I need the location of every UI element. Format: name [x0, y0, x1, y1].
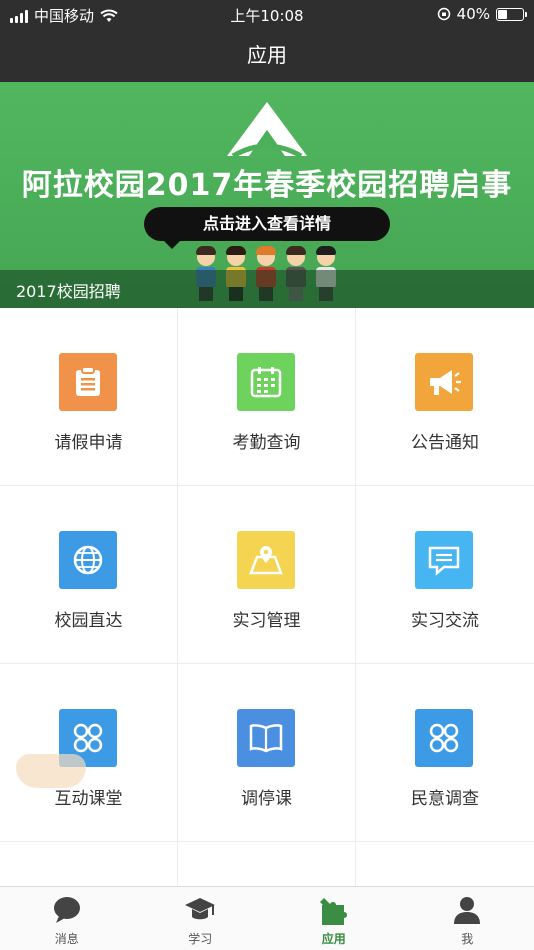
tab-apps[interactable]: 应用 — [267, 887, 401, 950]
app-attendance-query[interactable]: 考勤查询 — [178, 308, 356, 486]
chat-icon — [415, 531, 473, 589]
app-internship-exchange[interactable]: 实习交流 — [356, 486, 534, 664]
tab-study[interactable]: 学习 — [134, 887, 268, 950]
app-label: 互动课堂 — [54, 789, 123, 809]
app-class-adjustment[interactable]: 调停课 — [178, 664, 356, 842]
app-label: 校园直达 — [54, 611, 123, 631]
tab-me[interactable]: 我 — [401, 887, 534, 950]
app-label: 调停课 — [241, 789, 292, 809]
app-label: 请假申请 — [54, 433, 123, 453]
bottom-tab-bar: 消息 学习 应用 我 — [0, 886, 534, 950]
banner-cta-button[interactable]: 点击进入查看详情 — [144, 207, 390, 249]
recruitment-banner[interactable]: 阿拉校园2017年春季校园招聘启事 点击进入查看详情 2017校园招聘 — [0, 82, 534, 308]
app-public-survey[interactable]: 民意调查 — [356, 664, 534, 842]
app-internship-management[interactable]: 实习管理 — [178, 486, 356, 664]
tab-messages[interactable]: 消息 — [0, 887, 134, 950]
clipboard-icon — [59, 353, 117, 411]
status-bar: 中国移动 上午10:08 40% — [0, 0, 534, 30]
tab-label: 消息 — [54, 932, 79, 946]
floating-assistant-icon[interactable] — [16, 754, 86, 788]
banner-caption: 2017校园招聘 — [16, 282, 121, 301]
map-icon — [237, 531, 295, 589]
battery-percent: 40% — [456, 5, 490, 23]
apps-icon — [415, 709, 473, 767]
app-label: 公告通知 — [411, 433, 479, 453]
tab-label: 学习 — [188, 932, 213, 946]
graduation-cap-icon — [185, 898, 216, 920]
calendar-icon — [237, 353, 295, 411]
page-title: 应用 — [0, 30, 534, 82]
ala-logo-icon — [227, 102, 307, 158]
battery-icon — [496, 7, 527, 21]
globe-icon — [59, 531, 117, 589]
orientation-lock-icon — [437, 7, 450, 21]
chat-bubble-icon — [53, 897, 80, 923]
grid-empty-cell — [0, 842, 178, 886]
grid-empty-cell — [178, 842, 356, 886]
person-icon — [454, 897, 481, 924]
app-campus-direct[interactable]: 校园直达 — [0, 486, 178, 664]
banner-headline: 阿拉校园2017年春季校园招聘启事 — [21, 168, 513, 203]
battery-fill — [498, 9, 508, 19]
app-announcements[interactable]: 公告通知 — [356, 308, 534, 486]
app-label: 实习交流 — [411, 611, 479, 631]
app-interactive-classroom[interactable]: 互动课堂 — [0, 664, 178, 842]
app-label: 民意调查 — [411, 789, 479, 809]
app-label: 实习管理 — [232, 611, 301, 631]
app-grid: 请假申请 考勤查询 公告通知 校园直达 实习管理 实习交流 互动课堂 调停课 民… — [0, 308, 534, 886]
puzzle-icon — [319, 898, 347, 925]
megaphone-icon — [415, 353, 473, 411]
app-leave-request[interactable]: 请假申请 — [0, 308, 178, 486]
book-icon — [237, 709, 295, 767]
tab-label: 我 — [461, 932, 474, 946]
tab-label: 应用 — [321, 932, 346, 946]
app-label: 考勤查询 — [232, 433, 301, 453]
grid-empty-cell — [356, 842, 534, 886]
banner-caption-bar: 2017校园招聘 — [0, 270, 534, 308]
status-right: 40% — [437, 5, 527, 23]
